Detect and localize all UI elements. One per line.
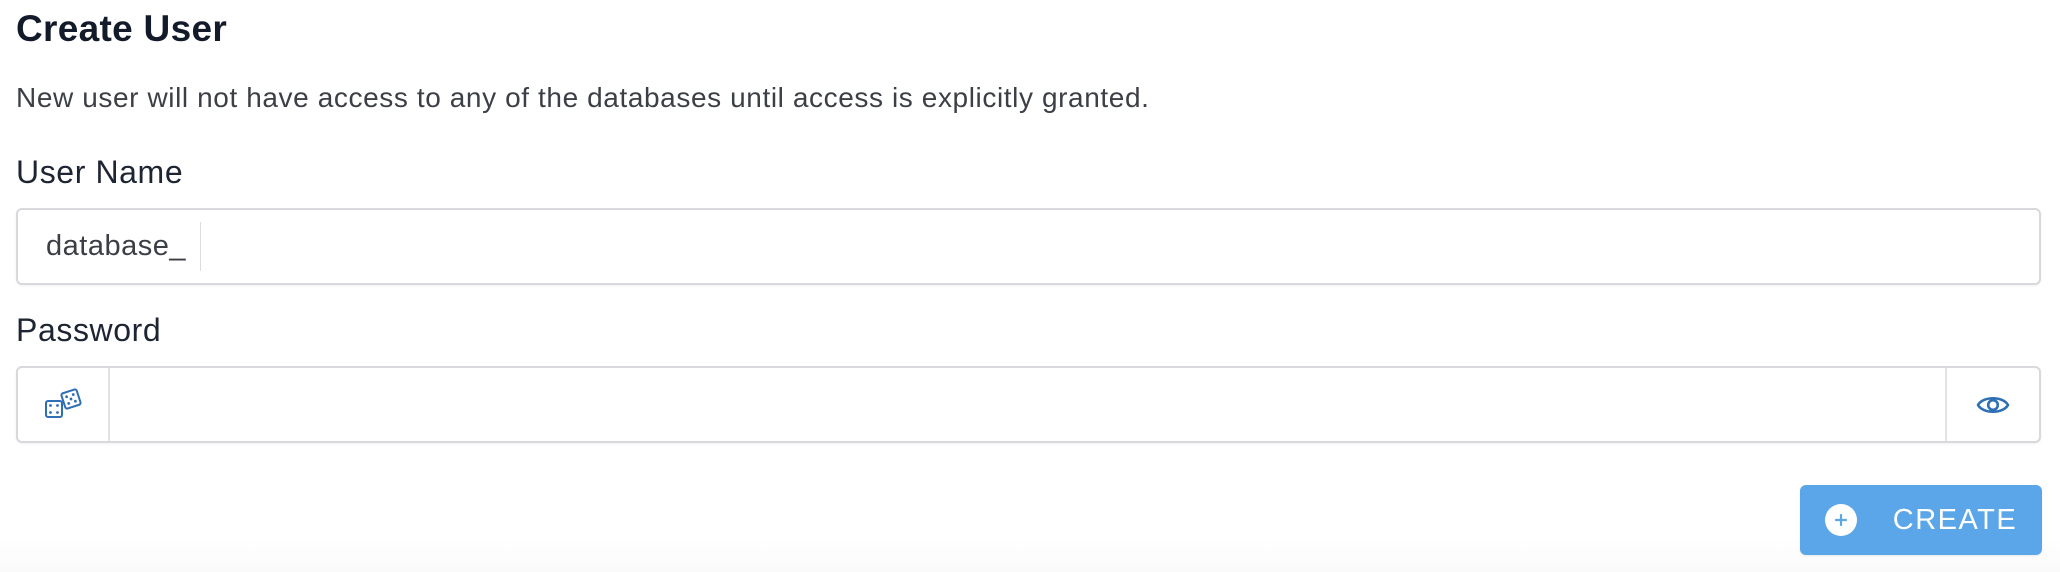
username-field: database_ [16,208,2041,285]
plus-circle-icon [1824,504,1857,536]
dice-icon [45,387,82,418]
password-input[interactable] [110,368,1945,441]
create-user-form: Create User New user will not have acces… [0,0,2060,572]
page-title: Create User [16,8,228,49]
create-button-label: CREATE [1892,503,2018,536]
username-label: User Name [16,154,184,190]
eye-icon [1976,396,2010,413]
username-prefix: database_ [18,222,201,271]
create-button[interactable]: CREATE [1800,485,2042,555]
password-label: Password [16,312,162,348]
toggle-password-visibility-button[interactable] [1945,368,2039,441]
username-input[interactable] [200,210,2039,283]
password-field [16,366,2041,443]
generate-password-button[interactable] [18,368,110,441]
form-description: New user will not have access to any of … [16,82,1150,113]
